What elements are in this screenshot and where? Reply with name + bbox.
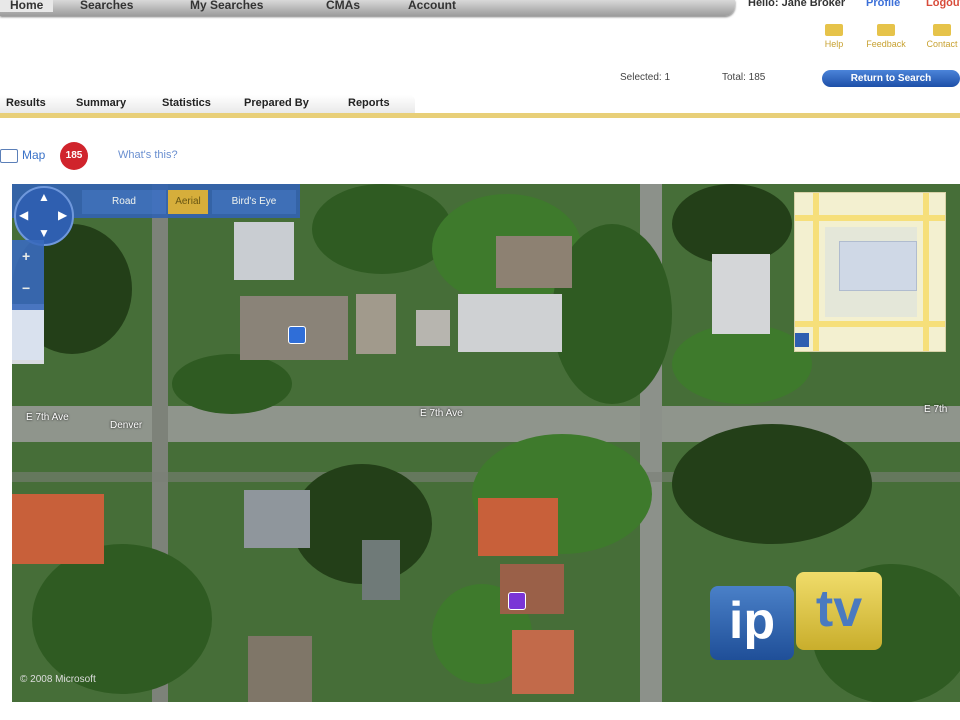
house-roof-orange	[512, 630, 574, 694]
house-roof	[496, 236, 572, 288]
logout-link[interactable]: Logout	[926, 0, 960, 9]
subtab-results[interactable]: Results	[6, 97, 46, 109]
results-sub-tabs: Results Summary Statistics Prepared By R…	[0, 95, 960, 115]
contact-tool[interactable]: Contact	[912, 24, 960, 49]
help-tool[interactable]: Help	[804, 24, 864, 49]
zoom-in-icon[interactable]: +	[22, 248, 30, 264]
feedback-tool-label: Feedback	[866, 39, 906, 49]
street-label: E 7th Ave	[26, 412, 69, 423]
map-copyright: © 2008 Microsoft	[20, 674, 96, 685]
pan-left-icon[interactable]: ◀	[19, 208, 28, 222]
property-pin-selected[interactable]	[508, 592, 526, 610]
house-roof	[234, 222, 294, 280]
birds-eye-view-button[interactable]: Bird's Eye	[212, 190, 296, 214]
tab-searches[interactable]: Searches	[80, 0, 133, 12]
tree-canopy	[172, 354, 292, 414]
tree-canopy	[672, 184, 792, 264]
subtab-summary[interactable]: Summary	[76, 97, 126, 109]
feedback-tool[interactable]: Feedback	[856, 24, 916, 49]
map-icon	[0, 149, 18, 163]
feedback-icon	[877, 24, 895, 36]
tab-cmas[interactable]: CMAs	[326, 0, 360, 12]
selected-count: Selected: 1	[620, 72, 671, 83]
bottom-strip	[0, 702, 960, 720]
tree-canopy	[32, 544, 212, 694]
zoom-level-panel	[12, 310, 44, 360]
house-roof	[712, 254, 770, 334]
result-count-badge: 185	[60, 142, 88, 170]
logo-tv: tv	[796, 572, 882, 650]
subtab-prepared-by[interactable]: Prepared By	[244, 97, 309, 109]
minimap-view-rectangle	[839, 241, 917, 291]
tree-canopy	[672, 324, 812, 404]
house-roof	[416, 310, 450, 346]
tree-canopy	[312, 184, 452, 274]
street-label: E 7th Ave	[420, 408, 463, 419]
main-tab-strip: Home Searches My Searches CMAs Account	[0, 0, 735, 16]
aerial-map[interactable]: E 7th Ave Denver E 7th Ave E 7th Road Ae…	[12, 184, 960, 702]
house-roof	[362, 540, 400, 600]
tab-home[interactable]: Home	[0, 0, 54, 12]
help-tool-label: Help	[824, 39, 844, 49]
tab-account[interactable]: Account	[408, 0, 456, 12]
user-greeting: Hello: Jane Broker	[748, 0, 846, 9]
tab-my-searches[interactable]: My Searches	[190, 0, 263, 12]
section-divider	[0, 113, 960, 118]
house-roof	[244, 490, 310, 548]
map-label[interactable]: Map	[22, 148, 45, 162]
contact-tool-label: Contact	[926, 39, 958, 49]
tree-canopy	[672, 424, 872, 544]
street-label: Denver	[110, 420, 143, 431]
house-roof	[248, 636, 312, 702]
house-roof	[356, 294, 396, 354]
road-view-button[interactable]: Road	[82, 190, 166, 214]
minimap-street	[813, 193, 819, 351]
aerial-view-button[interactable]: Aerial	[168, 190, 208, 214]
house-roof-orange	[12, 494, 104, 564]
lightbulb-icon	[825, 24, 843, 36]
iptv-logo: ip tv	[710, 572, 890, 662]
house-roof	[458, 294, 562, 352]
minimap-toggle-icon[interactable]	[795, 333, 809, 347]
zoom-out-icon[interactable]: −	[22, 280, 30, 296]
profile-link[interactable]: Profile	[866, 0, 900, 9]
total-count: Total: 185	[722, 72, 766, 83]
pan-up-icon[interactable]: ▲	[38, 190, 50, 204]
property-pin[interactable]	[288, 326, 306, 344]
house-roof-orange	[478, 498, 558, 556]
return-to-search-button[interactable]: Return to Search	[822, 70, 960, 87]
street-label: E 7th	[924, 404, 948, 415]
pan-down-icon[interactable]: ▼	[38, 226, 50, 240]
mail-icon	[933, 24, 951, 36]
logo-ip: ip	[710, 586, 794, 660]
subtab-statistics[interactable]: Statistics	[162, 97, 211, 109]
subtab-reports[interactable]: Reports	[348, 97, 390, 109]
top-bar: Home Searches My Searches CMAs Account H…	[0, 0, 960, 18]
pan-right-icon[interactable]: ▶	[58, 208, 67, 222]
whats-this-link[interactable]: What's this?	[118, 149, 178, 161]
minimap-street	[923, 193, 929, 351]
zoom-control: + −	[12, 240, 44, 310]
pan-control[interactable]: ▲ ▼ ◀ ▶	[14, 186, 74, 246]
overview-minimap[interactable]	[794, 192, 946, 352]
